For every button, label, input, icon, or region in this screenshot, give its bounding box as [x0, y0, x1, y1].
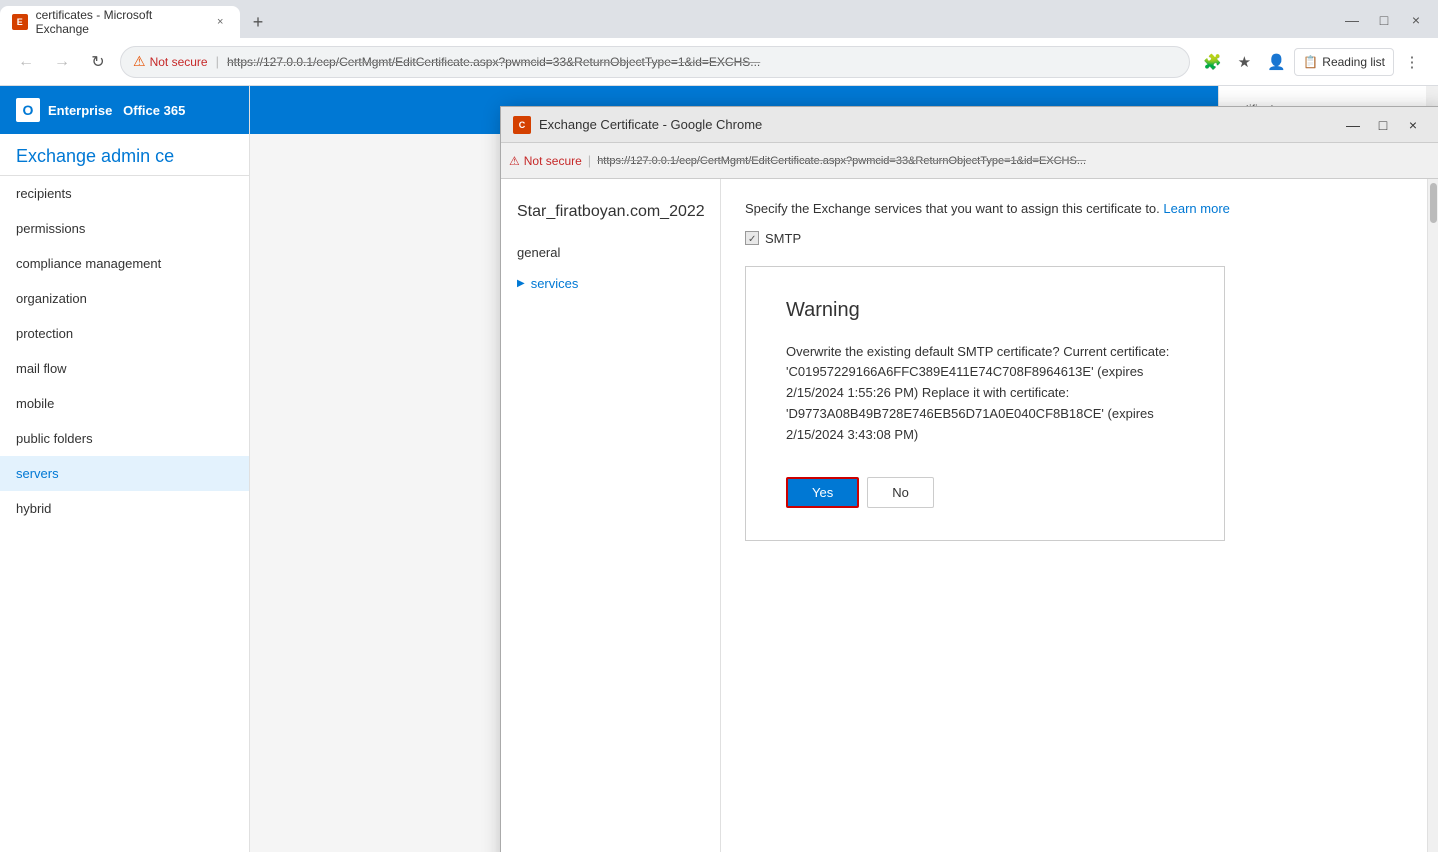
warning-text: Overwrite the existing default SMTP cert…	[786, 342, 1184, 446]
popup-main-content: Specify the Exchange services that you w…	[721, 179, 1427, 852]
warning-dialog: Warning Overwrite the existing default S…	[745, 266, 1225, 542]
popup-not-secure-label: Not secure	[524, 154, 582, 168]
sidebar-item-permissions[interactable]: permissions	[0, 211, 249, 246]
browser-actions: 🧩 ★ 👤 📋 Reading list ⋮	[1198, 48, 1426, 76]
popup-title-icon: C	[513, 116, 531, 134]
sidebar-brand: Enterprise Office 365	[48, 103, 185, 118]
warning-icon: ⚠	[133, 53, 146, 70]
sidebar-nav: recipients permissions compliance manage…	[0, 176, 249, 852]
warning-buttons: Yes No	[786, 477, 1184, 508]
bookmark-button[interactable]: ★	[1230, 48, 1258, 76]
popup-url-divider: |	[588, 153, 591, 168]
minimize-button[interactable]: —	[1338, 6, 1366, 34]
extensions-button[interactable]: 🧩	[1198, 48, 1226, 76]
not-secure-label: Not secure	[150, 55, 208, 69]
popup-warning-icon: ⚠	[509, 154, 520, 168]
sidebar-item-protection[interactable]: protection	[0, 316, 249, 351]
sidebar-title: Exchange admin ce	[0, 134, 249, 176]
office-logo: O	[16, 98, 40, 122]
refresh-button[interactable]: ↻	[84, 48, 112, 76]
url-bar[interactable]: ⚠ Not secure | https://127.0.0.1/ecp/Cer…	[120, 46, 1190, 78]
warning-title: Warning	[786, 299, 1184, 322]
exchange-sidebar: O Enterprise Office 365 Exchange admin c…	[0, 86, 250, 852]
popup-window-controls: — □ ×	[1339, 111, 1427, 139]
reading-list-icon: 📋	[1303, 55, 1318, 69]
sidebar-item-publicfolders[interactable]: public folders	[0, 421, 249, 456]
url-divider: |	[216, 54, 219, 69]
popup-not-secure: ⚠ Not secure	[509, 154, 582, 168]
sidebar-item-hybrid[interactable]: hybrid	[0, 491, 249, 526]
browser-tab[interactable]: E certificates - Microsoft Exchange ×	[0, 6, 240, 38]
sidebar-header: O Enterprise Office 365	[0, 86, 249, 134]
tab-favicon: E	[12, 14, 28, 30]
cert-nav-general[interactable]: general	[501, 237, 720, 268]
smtp-label: SMTP	[765, 231, 801, 246]
tab-bar: E certificates - Microsoft Exchange × + …	[0, 0, 1438, 38]
popup-scrollbar[interactable]	[1427, 179, 1438, 852]
tab-close-button[interactable]: ×	[212, 14, 228, 30]
cert-title: Star_firatboyan.com_2022	[501, 195, 720, 237]
sidebar-item-mobile[interactable]: mobile	[0, 386, 249, 421]
popup-body: Star_firatboyan.com_2022 general service…	[501, 179, 1438, 852]
reading-list-label: Reading list	[1322, 55, 1385, 69]
popup-title: Exchange Certificate - Google Chrome	[539, 117, 1331, 132]
tab-title: certificates - Microsoft Exchange	[36, 8, 205, 36]
smtp-row: ✓ SMTP	[745, 231, 1403, 246]
address-bar: ← → ↻ ⚠ Not secure | https://127.0.0.1/e…	[0, 38, 1438, 86]
learn-more-link[interactable]: Learn more	[1163, 201, 1229, 216]
window-controls: — □ ×	[1338, 6, 1438, 38]
popup-url: https://127.0.0.1/ecp/CertMgmt/EditCerti…	[597, 155, 1086, 167]
forward-button[interactable]: →	[48, 48, 76, 76]
popup-minimize-button[interactable]: —	[1339, 111, 1367, 139]
browser-window: E certificates - Microsoft Exchange × + …	[0, 0, 1438, 852]
popup-window: C Exchange Certificate - Google Chrome —…	[500, 106, 1438, 852]
new-tab-button[interactable]: +	[244, 8, 272, 36]
sidebar-item-organization[interactable]: organization	[0, 281, 249, 316]
cert-nav-services[interactable]: services	[501, 268, 720, 299]
popup-sidebar: Star_firatboyan.com_2022 general service…	[501, 179, 721, 852]
sidebar-item-compliance[interactable]: compliance management	[0, 246, 249, 281]
sidebar-item-servers[interactable]: servers	[0, 456, 249, 491]
sidebar-item-mailflow[interactable]: mail flow	[0, 351, 249, 386]
popup-addressbar: ⚠ Not secure | https://127.0.0.1/ecp/Cer…	[501, 143, 1438, 179]
back-button[interactable]: ←	[12, 48, 40, 76]
no-button[interactable]: No	[867, 477, 934, 508]
popup-titlebar: C Exchange Certificate - Google Chrome —…	[501, 107, 1438, 143]
url-text: https://127.0.0.1/ecp/CertMgmt/EditCerti…	[227, 55, 760, 69]
sidebar-item-recipients[interactable]: recipients	[0, 176, 249, 211]
checkbox-check-icon: ✓	[748, 234, 756, 242]
menu-button[interactable]: ⋮	[1398, 48, 1426, 76]
yes-button[interactable]: Yes	[786, 477, 859, 508]
exchange-main: Administrator ▾ ? ▾ ertificate A, DC=fir…	[250, 86, 1438, 852]
main-content: O Enterprise Office 365 Exchange admin c…	[0, 86, 1438, 852]
popup-close-button[interactable]: ×	[1399, 111, 1427, 139]
popup-scrollbar-thumb	[1430, 183, 1437, 223]
reading-list-button[interactable]: 📋 Reading list	[1294, 48, 1394, 76]
smtp-checkbox[interactable]: ✓	[745, 231, 759, 245]
popup-maximize-button[interactable]: □	[1369, 111, 1397, 139]
profile-button[interactable]: 👤	[1262, 48, 1290, 76]
services-description: Specify the Exchange services that you w…	[745, 199, 1403, 219]
not-secure-indicator: ⚠ Not secure	[133, 53, 208, 70]
popup-overlay: C Exchange Certificate - Google Chrome —…	[250, 86, 1438, 852]
close-window-button[interactable]: ×	[1402, 6, 1430, 34]
maximize-button[interactable]: □	[1370, 6, 1398, 34]
